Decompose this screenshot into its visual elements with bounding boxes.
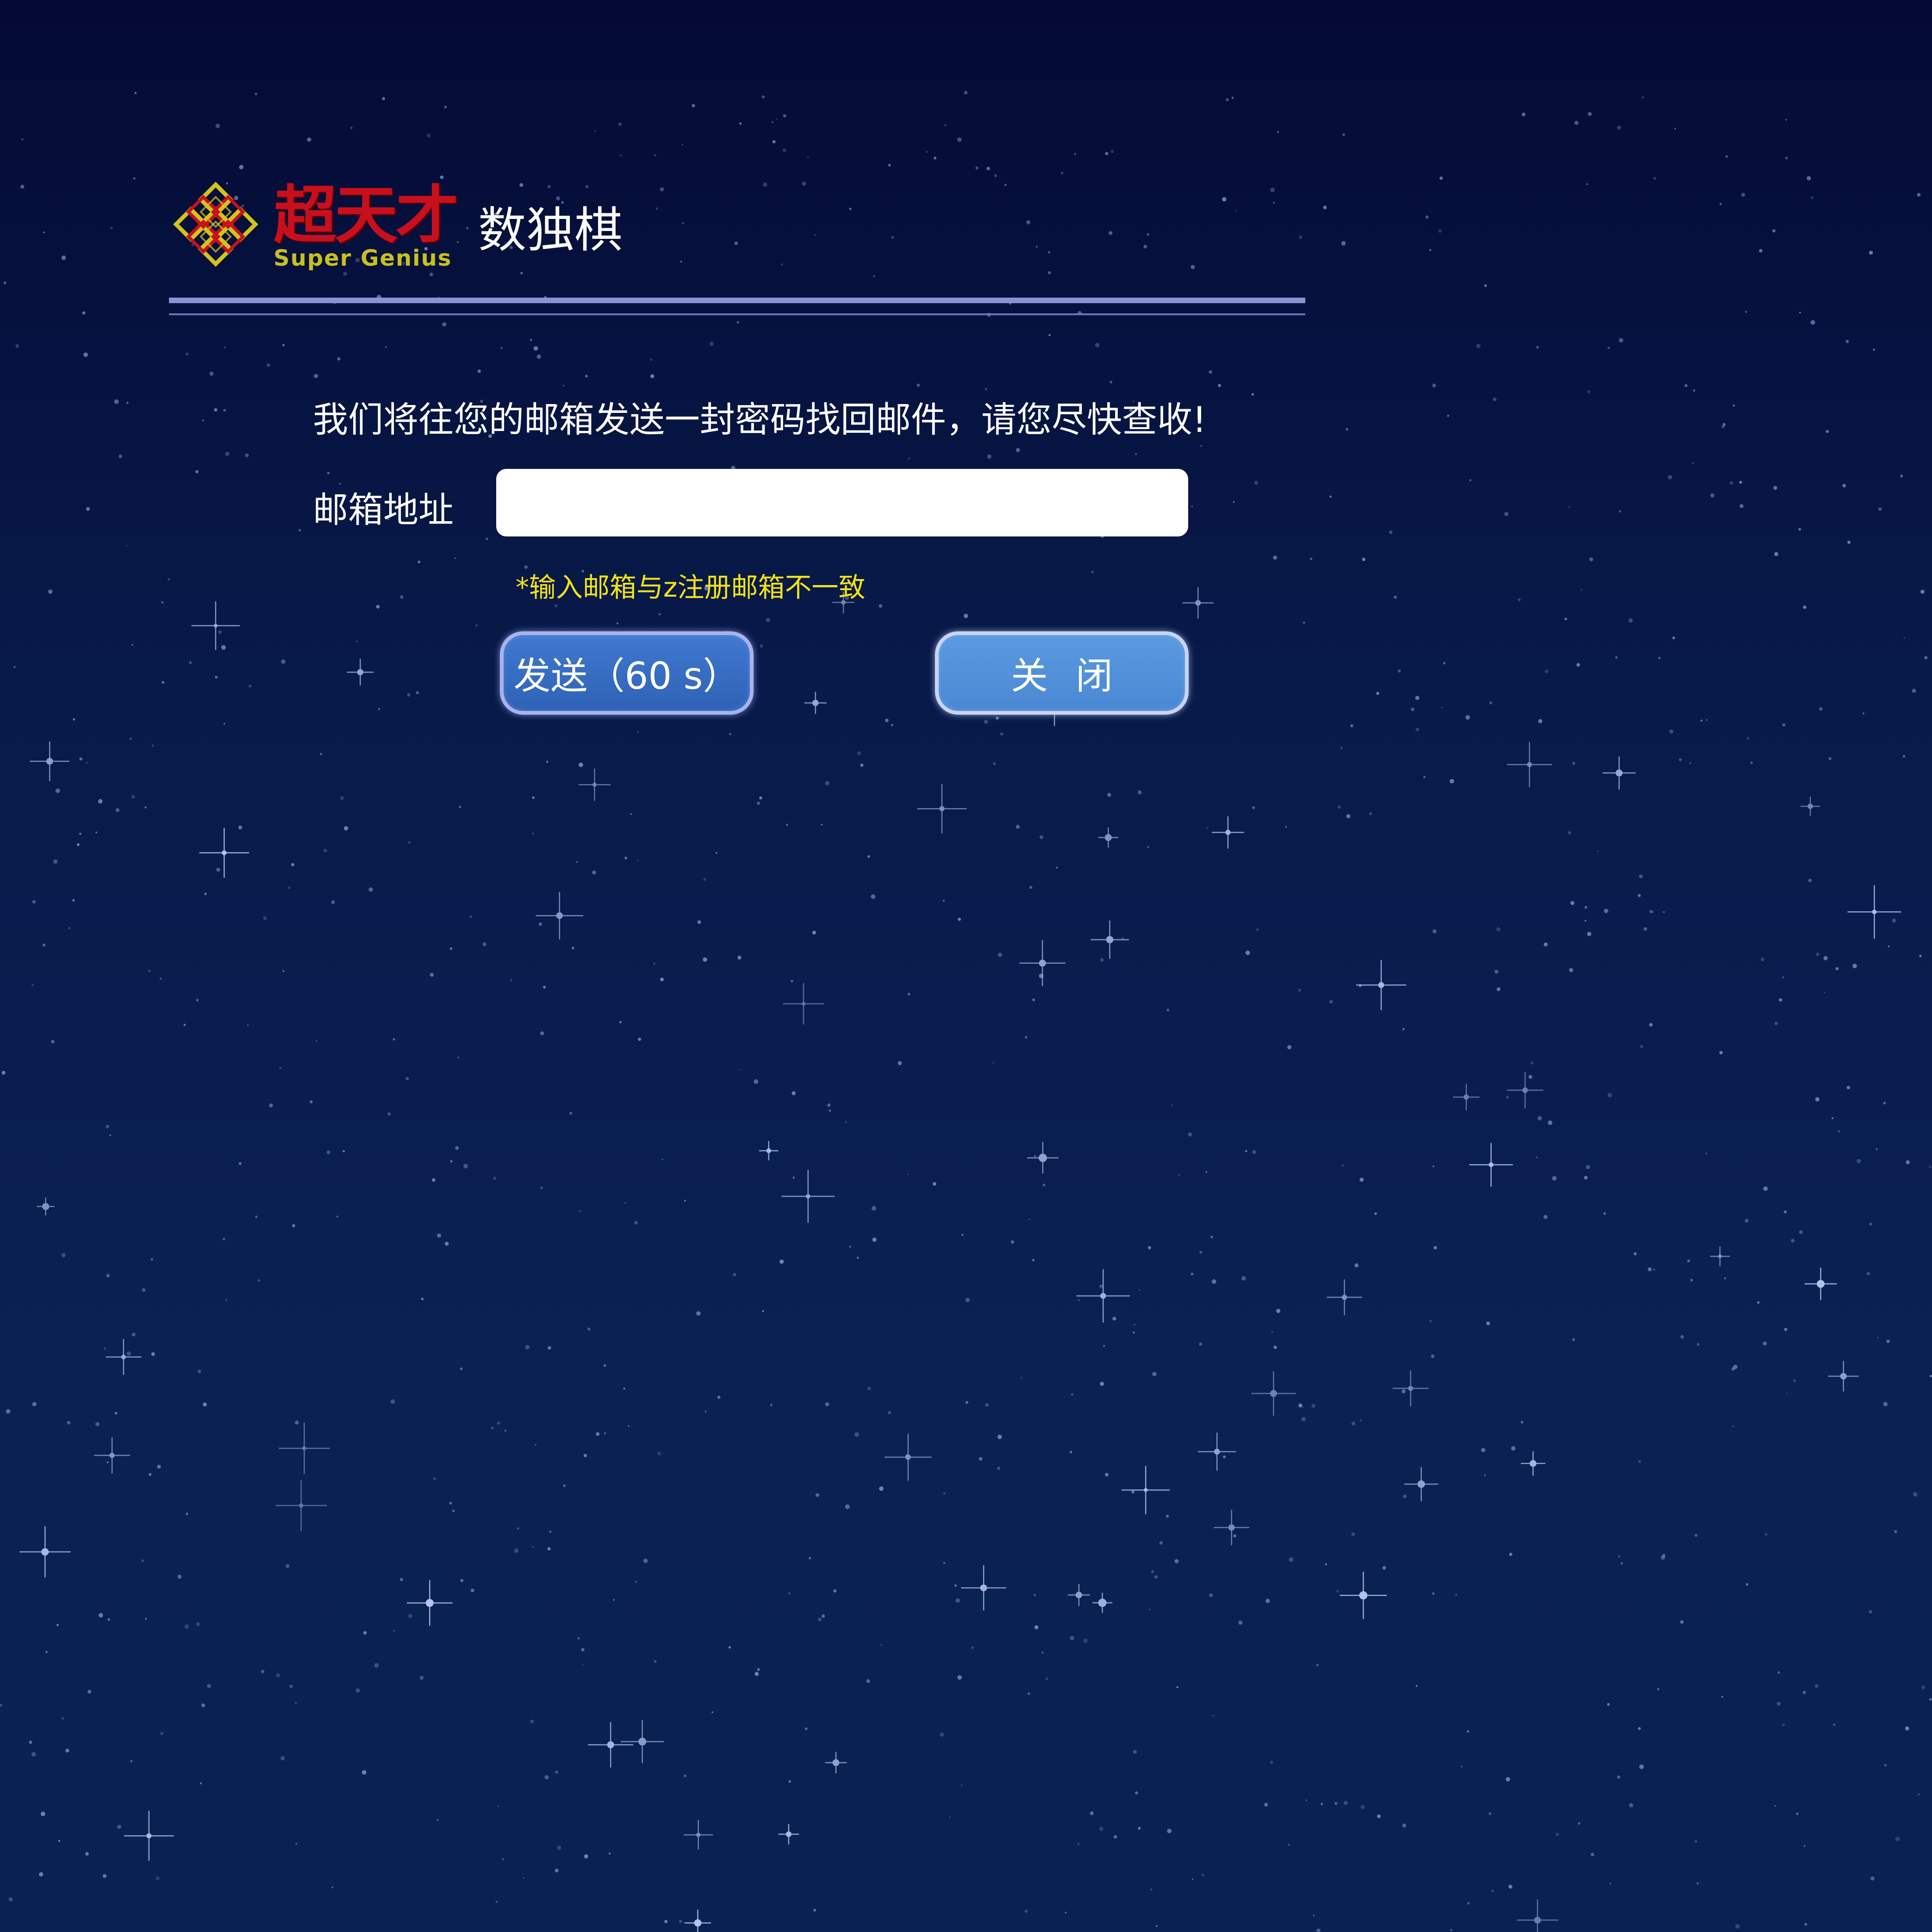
brand-logo: 超天才 Super Genius 数独棋 [170,178,623,275]
brand-name-en: Super Genius [274,245,452,271]
starfield-background [0,91,1932,1932]
header-divider-thick [169,298,1305,303]
brand-name-cn: 超天才 [274,179,459,252]
endless-knot-logo-icon [173,181,258,267]
email-label: 邮箱地址 [313,489,454,530]
send-button[interactable]: 发送（60 s） [500,631,754,715]
product-name: 数独棋 [478,201,623,258]
header-divider-thin [169,313,1305,315]
email-mismatch-error: *输入邮箱与z注册邮箱不一致 [516,572,866,603]
email-input[interactable] [496,469,1188,536]
brand-wordmark: 超天才 Super Genius [274,183,468,270]
close-button[interactable]: 关闭 [935,631,1189,715]
instruction-text: 我们将往您的邮箱发送一封密码找回邮件，请您尽快查收! [313,399,1207,440]
